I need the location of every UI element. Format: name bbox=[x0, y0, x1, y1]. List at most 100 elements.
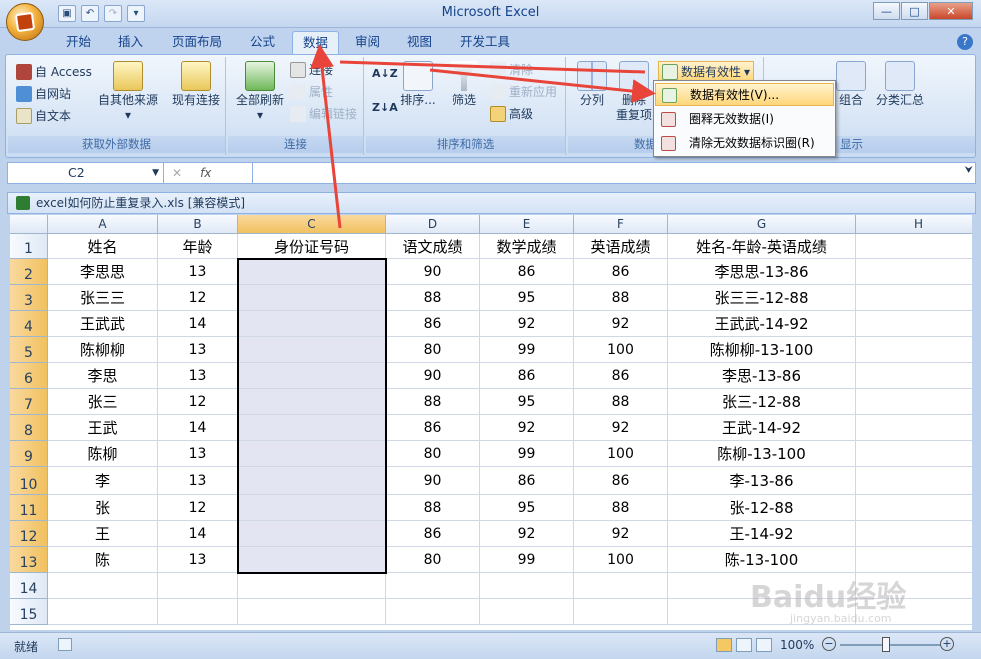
header-cell[interactable]: 身份证号码 bbox=[238, 234, 386, 259]
table-cell[interactable]: 12 bbox=[158, 495, 238, 521]
table-cell[interactable]: 95 bbox=[480, 389, 574, 415]
table-cell[interactable]: 王武-14-92 bbox=[668, 415, 856, 441]
table-cell[interactable] bbox=[856, 415, 972, 441]
zoom-out-icon[interactable]: − bbox=[822, 637, 836, 651]
table-cell[interactable]: 95 bbox=[480, 285, 574, 311]
table-cell[interactable]: 92 bbox=[574, 415, 668, 441]
table-cell[interactable]: 86 bbox=[480, 363, 574, 389]
existing-connections-button[interactable]: 现有连接 bbox=[168, 61, 224, 108]
table-cell[interactable]: 陈-13-100 bbox=[668, 547, 856, 573]
text-to-columns-button[interactable]: 分列 bbox=[572, 61, 612, 108]
table-cell[interactable]: 86 bbox=[480, 259, 574, 285]
table-cell[interactable]: 86 bbox=[386, 521, 480, 547]
header-cell[interactable]: 姓名 bbox=[48, 234, 158, 259]
zoom-slider[interactable] bbox=[840, 644, 940, 646]
clear-filter-button[interactable]: 清除 bbox=[490, 61, 533, 78]
table-cell[interactable]: 88 bbox=[574, 389, 668, 415]
page-break-view-icon[interactable] bbox=[756, 638, 772, 652]
table-cell[interactable]: 李-13-86 bbox=[668, 467, 856, 495]
edit-links-button[interactable]: 编辑链接 bbox=[290, 105, 357, 122]
table-cell[interactable]: 92 bbox=[480, 521, 574, 547]
table-cell[interactable]: 李思 bbox=[48, 363, 158, 389]
table-cell[interactable]: 张三三 bbox=[48, 285, 158, 311]
row-header[interactable]: 13 bbox=[10, 547, 48, 573]
table-cell[interactable] bbox=[856, 363, 972, 389]
row-header[interactable]: 14 bbox=[10, 573, 48, 599]
table-cell[interactable]: 99 bbox=[480, 337, 574, 363]
row-header[interactable]: 1 bbox=[10, 234, 48, 259]
table-cell[interactable]: 陈 bbox=[48, 547, 158, 573]
sort-asc-button[interactable]: A↓Z bbox=[372, 67, 398, 80]
zoom-slider-thumb[interactable] bbox=[882, 637, 890, 652]
table-cell[interactable]: 14 bbox=[158, 415, 238, 441]
table-cell[interactable]: 99 bbox=[480, 441, 574, 467]
table-cell[interactable] bbox=[238, 311, 386, 337]
table-cell[interactable] bbox=[856, 441, 972, 467]
tab-page-layout[interactable]: 页面布局 bbox=[162, 31, 232, 54]
row-header[interactable]: 5 bbox=[10, 337, 48, 363]
header-cell[interactable]: 姓名-年龄-英语成绩 bbox=[668, 234, 856, 259]
table-cell[interactable]: 86 bbox=[386, 415, 480, 441]
table-cell[interactable]: 88 bbox=[574, 285, 668, 311]
table-cell[interactable] bbox=[238, 389, 386, 415]
table-cell[interactable]: 100 bbox=[574, 547, 668, 573]
table-cell[interactable]: 86 bbox=[574, 467, 668, 495]
table-cell[interactable]: 12 bbox=[158, 285, 238, 311]
table-cell[interactable]: 88 bbox=[386, 285, 480, 311]
menu-item-data-validation[interactable]: 数据有效性(V)... bbox=[655, 83, 834, 106]
table-cell[interactable] bbox=[856, 389, 972, 415]
table-cell[interactable]: 张三 bbox=[48, 389, 158, 415]
table-cell[interactable] bbox=[238, 495, 386, 521]
row-header[interactable]: 3 bbox=[10, 285, 48, 311]
spreadsheet-grid[interactable]: A B C D E F G H 1 姓名 年龄 身份证号码 语文成绩 数学成绩 英语成绩 姓名-年龄-英语成绩… bbox=[10, 215, 972, 630]
tab-formulas[interactable]: 公式 bbox=[240, 31, 285, 54]
table-cell[interactable] bbox=[238, 259, 386, 285]
row-header[interactable]: 12 bbox=[10, 521, 48, 547]
table-cell[interactable]: 李思思 bbox=[48, 259, 158, 285]
table-cell[interactable]: 13 bbox=[158, 363, 238, 389]
table-cell[interactable]: 王武武 bbox=[48, 311, 158, 337]
table-cell[interactable] bbox=[238, 547, 386, 573]
row-header[interactable]: 7 bbox=[10, 389, 48, 415]
office-button[interactable] bbox=[6, 3, 44, 41]
table-cell[interactable] bbox=[48, 573, 158, 599]
table-cell[interactable]: 88 bbox=[386, 495, 480, 521]
cancel-icon[interactable]: ✕ bbox=[172, 166, 182, 180]
data-validation-button[interactable]: 数据有效性 ▾ bbox=[658, 61, 755, 82]
table-cell[interactable]: 90 bbox=[386, 467, 480, 495]
table-cell[interactable] bbox=[574, 599, 668, 625]
row-header[interactable]: 10 bbox=[10, 467, 48, 495]
advanced-button[interactable]: 高级 bbox=[490, 105, 533, 122]
table-cell[interactable]: 88 bbox=[574, 495, 668, 521]
table-cell[interactable] bbox=[480, 573, 574, 599]
tab-review[interactable]: 审阅 bbox=[345, 31, 390, 54]
remove-duplicates-button[interactable]: 删除 重复项 bbox=[614, 61, 654, 123]
table-cell[interactable]: 王 bbox=[48, 521, 158, 547]
from-web-button[interactable]: 自网站 bbox=[16, 85, 71, 102]
sort-desc-button[interactable]: Z↓A bbox=[372, 101, 398, 114]
table-cell[interactable] bbox=[856, 547, 972, 573]
table-cell[interactable]: 99 bbox=[480, 547, 574, 573]
table-cell[interactable] bbox=[386, 573, 480, 599]
row-header[interactable]: 8 bbox=[10, 415, 48, 441]
zoom-in-icon[interactable]: + bbox=[940, 637, 954, 651]
column-header-a[interactable]: A bbox=[48, 215, 158, 234]
table-cell[interactable]: 86 bbox=[574, 259, 668, 285]
table-cell[interactable]: 100 bbox=[574, 441, 668, 467]
menu-item-circle-invalid[interactable]: 圈释无效数据(I) bbox=[655, 108, 834, 131]
minimize-button[interactable]: — bbox=[873, 2, 900, 20]
refresh-all-button[interactable]: 全部刷新 ▾ bbox=[232, 61, 288, 123]
table-cell[interactable]: 陈柳 bbox=[48, 441, 158, 467]
table-cell[interactable] bbox=[238, 285, 386, 311]
table-cell[interactable] bbox=[574, 573, 668, 599]
table-cell[interactable]: 王武武-14-92 bbox=[668, 311, 856, 337]
column-header-h[interactable]: H bbox=[856, 215, 972, 234]
header-cell[interactable]: 英语成绩 bbox=[574, 234, 668, 259]
table-cell[interactable] bbox=[238, 337, 386, 363]
row-header[interactable]: 11 bbox=[10, 495, 48, 521]
table-cell[interactable]: 86 bbox=[574, 363, 668, 389]
table-cell[interactable]: 14 bbox=[158, 311, 238, 337]
table-cell[interactable]: 86 bbox=[386, 311, 480, 337]
table-cell[interactable]: 陈柳柳 bbox=[48, 337, 158, 363]
header-cell[interactable]: 数学成绩 bbox=[480, 234, 574, 259]
